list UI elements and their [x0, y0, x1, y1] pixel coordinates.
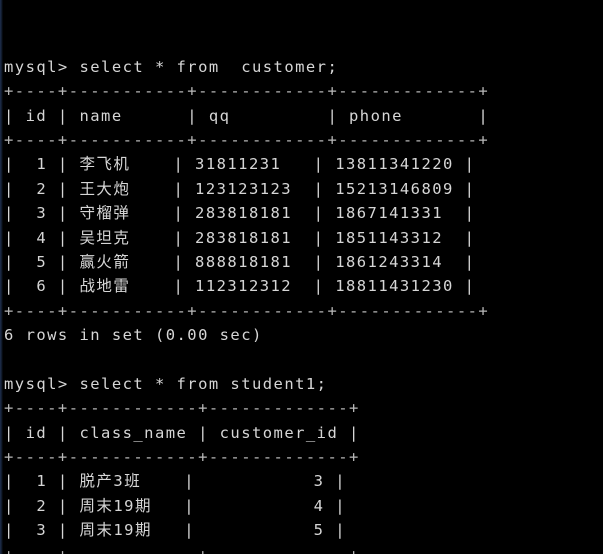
ascii-text: 6 rows in set (0.00 sec)	[4, 326, 263, 345]
terminal-output: mysql> select * from customer; +----+----…	[4, 55, 603, 554]
ascii-text	[4, 351, 15, 369]
ascii-text: | 123123123 | 15213146809 |	[130, 179, 476, 198]
cjk-text: 李飞机	[79, 155, 131, 174]
cjk-text: 期	[134, 496, 152, 515]
terminal-line-row: | 3 | 守榴弹 | 283818181 | 1867141331 |	[4, 201, 603, 225]
ascii-text: | 283818181 | 1867141331 |	[130, 204, 476, 223]
ascii-text: | 3 |	[141, 472, 346, 491]
ascii-text: 19	[113, 521, 135, 540]
terminal-line-blank	[4, 348, 603, 372]
cjk-text: 王大炮	[79, 179, 131, 198]
terminal-line-rule: +----+------------+-------------+	[4, 445, 603, 469]
ascii-text: | 888818181 | 1861243314 |	[130, 252, 476, 271]
ascii-text: | 5 |	[4, 252, 80, 271]
ascii-text: | 3 |	[4, 521, 80, 540]
ascii-text: mysql> select * from student1;	[4, 374, 328, 393]
ascii-text: | id | class_name | customer_id |	[4, 423, 360, 442]
ascii-text: +----+------------+-------------+	[4, 399, 360, 418]
cjk-text: 守榴弹	[79, 204, 131, 223]
terminal-line-header: | id | class_name | customer_id |	[4, 421, 603, 445]
cjk-text: 期	[134, 521, 152, 540]
cjk-text: 脱产	[79, 472, 114, 491]
ascii-text: | 31811231 | 13811341220 |	[130, 155, 476, 174]
terminal-line-row: | 2 | 王大炮 | 123123123 | 15213146809 |	[4, 177, 603, 201]
mysql-terminal[interactable]: mysql> select * from customer; +----+----…	[0, 0, 603, 554]
ascii-text: 3	[113, 472, 125, 491]
terminal-line-row: | 1 | 李飞机 | 31811231 | 13811341220 |	[4, 152, 603, 176]
ascii-text: 19	[113, 496, 135, 515]
cjk-text: 周末	[79, 521, 114, 540]
ascii-text: | 283818181 | 1851143312 |	[130, 228, 476, 247]
terminal-line-row: | 2 | 周末19期 | 4 |	[4, 494, 603, 518]
ascii-text: +----+-----------+------------+---------…	[4, 130, 490, 149]
ascii-text: +----+-----------+------------+---------…	[4, 82, 490, 101]
ascii-text: | 2 |	[4, 179, 80, 198]
cjk-text: 班	[124, 472, 142, 491]
ascii-text: | 5 |	[151, 521, 346, 540]
ascii-text: +----+-----------+------------+---------…	[4, 301, 490, 320]
terminal-line-rule: +----+------------+-------------+	[4, 396, 603, 420]
terminal-line-rule: +----+-----------+------------+---------…	[4, 79, 603, 103]
ascii-text: | 4 |	[151, 496, 346, 515]
cjk-text: 周末	[79, 496, 114, 515]
ascii-text: | 1 |	[4, 155, 80, 174]
ascii-text: | 3 |	[4, 204, 80, 223]
terminal-line-rule: +----+-----------+------------+---------…	[4, 128, 603, 152]
cjk-text: 赢火箭	[79, 252, 131, 271]
ascii-text: +----+------------+-------------+	[4, 448, 360, 467]
ascii-text: | id | name | qq | phone |	[4, 106, 490, 125]
ascii-text: | 6 |	[4, 277, 80, 296]
terminal-line-command: mysql> select * from student1;	[4, 372, 603, 396]
cjk-text: 战地雷	[79, 277, 131, 296]
terminal-line-rule: +----+------------+-------------+	[4, 543, 603, 554]
ascii-text: mysql> select * from customer;	[4, 57, 339, 76]
cjk-text: 吴坦克	[79, 228, 131, 247]
terminal-line-row: | 1 | 脱产3班 | 3 |	[4, 469, 603, 493]
terminal-line-command: mysql> select * from customer;	[4, 55, 603, 79]
ascii-text: | 1 |	[4, 472, 80, 491]
ascii-text: | 4 |	[4, 228, 80, 247]
terminal-line-status: 6 rows in set (0.00 sec)	[4, 323, 603, 347]
terminal-line-row: | 4 | 吴坦克 | 283818181 | 1851143312 |	[4, 226, 603, 250]
terminal-line-rule: +----+-----------+------------+---------…	[4, 299, 603, 323]
terminal-line-header: | id | name | qq | phone |	[4, 104, 603, 128]
ascii-text: +----+------------+-------------+	[4, 546, 360, 554]
ascii-text: | 2 |	[4, 496, 80, 515]
terminal-line-row: | 5 | 赢火箭 | 888818181 | 1861243314 |	[4, 250, 603, 274]
terminal-line-row: | 3 | 周末19期 | 5 |	[4, 518, 603, 542]
terminal-line-row: | 6 | 战地雷 | 112312312 | 18811431230 |	[4, 274, 603, 298]
ascii-text: | 112312312 | 18811431230 |	[130, 277, 476, 296]
